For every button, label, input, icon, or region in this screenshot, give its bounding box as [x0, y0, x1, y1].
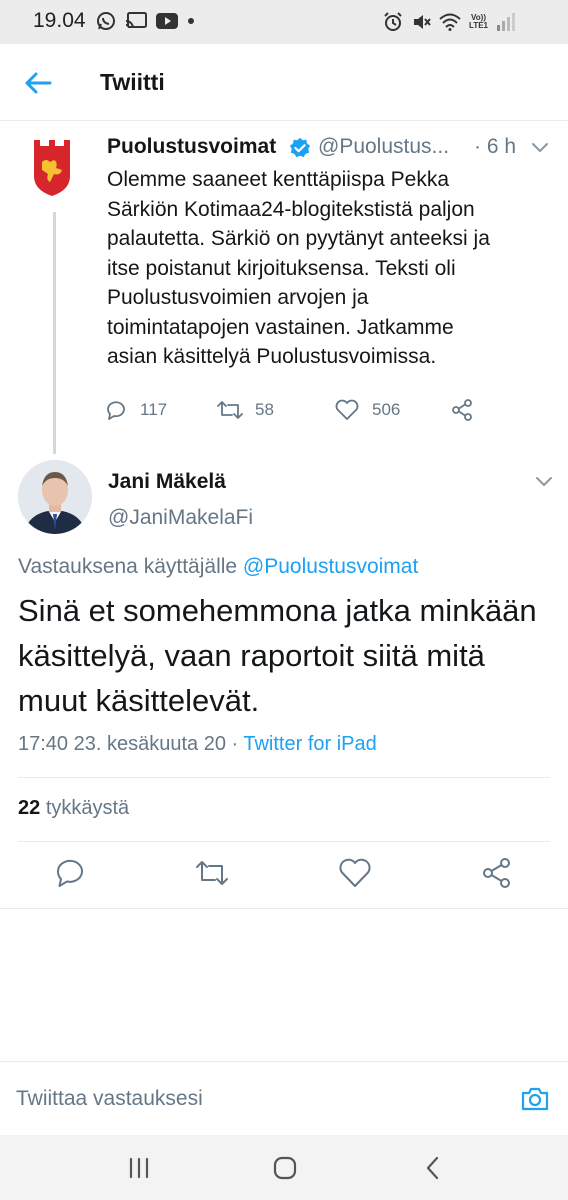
author-name[interactable]: Jani Mäkelä: [108, 470, 226, 494]
puolustusvoimat-avatar[interactable]: [20, 136, 84, 200]
system-navigation-bar: [0, 1135, 568, 1200]
heart-icon[interactable]: [337, 855, 373, 891]
chevron-down-icon[interactable]: [529, 136, 551, 158]
reply-prefix: Vastauksena käyttäjälle: [18, 555, 238, 578]
tweet-text: Sinä et somehemmona jatka minkään käsitt…: [18, 593, 537, 718]
app-header: Twiitti: [0, 44, 568, 121]
quoted-author-handle[interactable]: @Puolustus...: [318, 135, 449, 159]
status-left-icons: [96, 11, 195, 31]
share-action[interactable]: [450, 398, 474, 422]
tweet-actions: [0, 855, 568, 891]
wifi-icon: [439, 13, 461, 31]
back-arrow-icon[interactable]: [22, 67, 54, 99]
author-handle[interactable]: @JaniMakelaFi: [108, 506, 253, 530]
divider: [18, 841, 550, 842]
status-time: 19.04: [33, 9, 86, 32]
likes-summary[interactable]: 22 tykkäystä: [18, 797, 129, 820]
tweet-source-link[interactable]: Twitter for iPad: [243, 733, 376, 755]
tweet-timestamp[interactable]: 17:40 23. kesäkuuta 20: [18, 733, 226, 755]
page-title: Twiitti: [100, 69, 165, 95]
alarm-icon: [384, 12, 402, 31]
reply-composer: [0, 1061, 568, 1136]
whatsapp-icon: [97, 12, 115, 30]
youtube-icon: [156, 13, 178, 29]
like-action[interactable]: 506: [334, 398, 400, 422]
reply-icon[interactable]: [52, 855, 88, 891]
jani-makela-avatar[interactable]: [18, 460, 92, 534]
likes-label: tykkäystä: [45, 797, 130, 819]
camera-icon[interactable]: [520, 1084, 550, 1114]
reply-input[interactable]: [16, 1082, 496, 1116]
quoted-tweet-time: · 6 h: [474, 135, 517, 158]
retweet-icon: [217, 401, 243, 419]
thread-line: [53, 212, 56, 454]
quoted-author-name[interactable]: Puolustusvoimat: [107, 135, 276, 159]
verified-badge-icon: [289, 137, 311, 158]
recent-apps-icon[interactable]: [124, 1153, 154, 1183]
status-right-icons: Vo)) LTE1: [383, 12, 516, 32]
retweet-action[interactable]: 58: [217, 398, 274, 422]
status-bar: 19.04 Vo)) LTE1: [0, 0, 568, 44]
signal-icon: [497, 13, 515, 31]
share-icon: [452, 399, 472, 421]
reply-action[interactable]: 117: [104, 398, 167, 422]
mute-icon: [414, 15, 431, 29]
volte-icon: Vo)) LTE1: [469, 14, 488, 30]
quoted-tweet-text: Olemme saaneet kenttäpiispa Pekka Särkiö…: [107, 168, 490, 368]
reply-to-link[interactable]: @Puolustusvoimat: [243, 555, 418, 578]
divider: [0, 908, 568, 909]
retweet-icon[interactable]: [194, 855, 230, 891]
cast-icon: [125, 12, 147, 29]
reply-context: Vastauksena käyttäjälle @Puolustusvoimat: [18, 555, 418, 579]
like-count: 506: [372, 400, 401, 419]
reply-count: 117: [140, 400, 168, 419]
likes-count: 22: [18, 797, 41, 819]
meta-separator: ·: [225, 733, 244, 755]
home-icon[interactable]: [270, 1153, 300, 1183]
back-nav-icon[interactable]: [418, 1153, 448, 1183]
person-photo-icon: [18, 460, 92, 534]
tweet-meta: 17:40 23. kesäkuuta 20 · Twitter for iPa…: [18, 733, 377, 756]
share-icon[interactable]: [479, 855, 515, 891]
reply-icon: [107, 401, 125, 420]
dot-icon: [188, 18, 194, 24]
volte-label-bottom: LTE1: [469, 21, 488, 30]
chevron-down-icon[interactable]: [533, 470, 555, 492]
divider: [18, 777, 550, 778]
retweet-count: 58: [255, 400, 274, 419]
heart-icon: [335, 399, 359, 420]
